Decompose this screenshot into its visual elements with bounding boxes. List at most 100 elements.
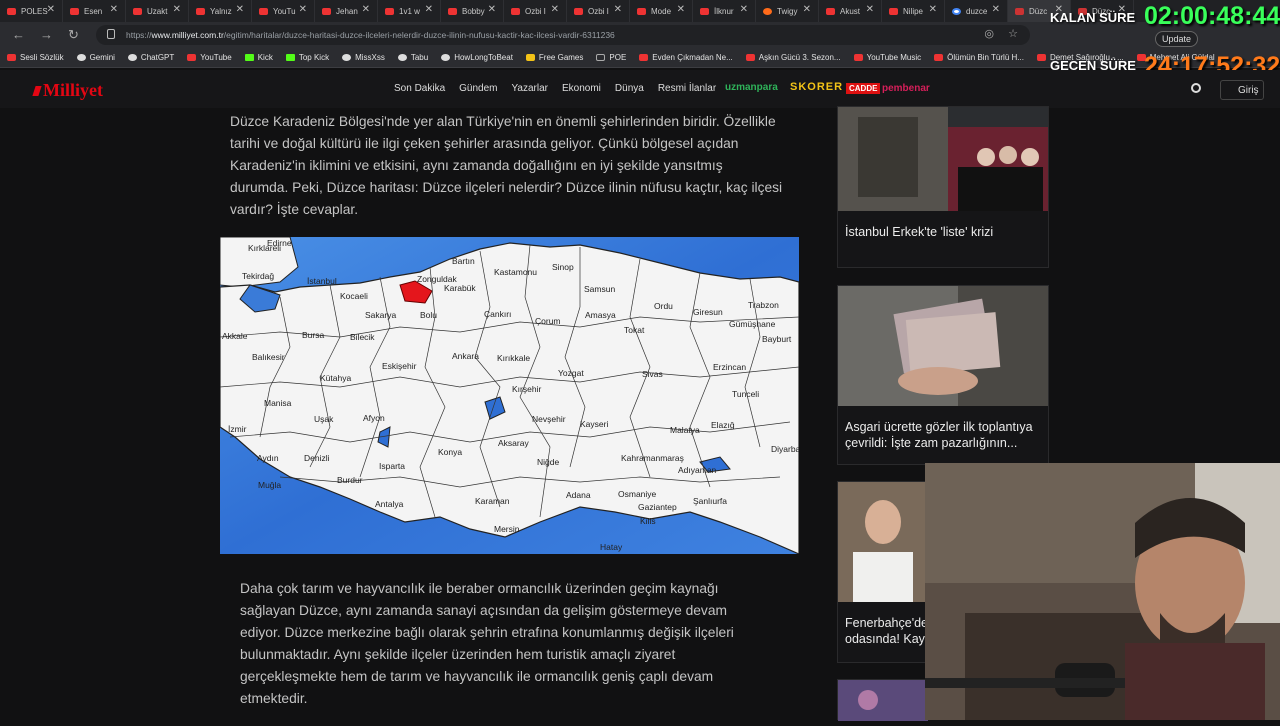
close-icon[interactable]: ✕: [299, 4, 307, 15]
nav-link[interactable]: Ekonomi: [562, 83, 601, 94]
partner-skorer[interactable]: SKORER: [790, 81, 843, 93]
map-label: İzmir: [228, 424, 247, 434]
bookmark-item[interactable]: YouTube: [187, 53, 232, 62]
close-icon[interactable]: ✕: [362, 4, 370, 15]
update-button[interactable]: Update: [1155, 31, 1199, 47]
bookmark-label: HowLongToBeat: [454, 53, 513, 62]
bookmark-item[interactable]: MissXss: [342, 53, 385, 62]
close-icon[interactable]: ✕: [551, 4, 559, 15]
map-label: Adana: [566, 490, 591, 500]
close-icon[interactable]: ✕: [236, 4, 244, 15]
bookmark-star-icon[interactable]: ☆: [1008, 27, 1018, 40]
url-prefix: https://: [126, 30, 152, 40]
tab-title: Uzakt: [147, 6, 168, 16]
browser-tab[interactable]: Mode ✕: [630, 0, 693, 22]
map-label: Balıkesir: [252, 352, 285, 362]
bookmark-item[interactable]: HowLongToBeat: [441, 53, 513, 62]
map-label: Isparta: [379, 461, 405, 471]
caption-line: İstanbul Erkek'te 'liste' krizi: [845, 225, 994, 239]
map-label: Trabzon: [748, 300, 779, 310]
browser-tab[interactable]: Nilipe ✕: [882, 0, 945, 22]
close-icon[interactable]: ✕: [866, 4, 874, 15]
paragraph-line: Karadeniz'in iklimini ve etkisini, aynı …: [230, 158, 723, 173]
map-label: Tokat: [624, 325, 645, 335]
partner-pembenar[interactable]: pembenar: [882, 83, 930, 94]
close-icon[interactable]: ✕: [677, 4, 685, 15]
partner-uzmanpara[interactable]: uzmanpara: [725, 82, 778, 93]
nav-link[interactable]: Yazarlar: [512, 83, 549, 94]
reload-icon[interactable]: ↻: [68, 27, 79, 43]
browser-tab[interactable]: Ozbi I ✕: [567, 0, 630, 22]
close-icon[interactable]: ✕: [929, 4, 937, 15]
site-settings-icon[interactable]: ◎: [984, 27, 994, 40]
close-icon[interactable]: ✕: [173, 4, 181, 15]
close-icon[interactable]: ✕: [614, 4, 622, 15]
news-card[interactable]: Asgari ücrette gözler ilk toplantıya çevr…: [837, 285, 1049, 465]
bookmark-item[interactable]: Evden Çıkmadan Ne...: [639, 53, 733, 62]
back-icon[interactable]: ←: [12, 27, 25, 42]
url-input[interactable]: https://www.milliyet.com.tr/egitim/harit…: [96, 25, 1030, 45]
youtube-icon: [7, 7, 16, 15]
map-label: Adıyaman: [678, 465, 717, 475]
bookmark-item[interactable]: Tabu: [397, 53, 428, 62]
news-image: [838, 680, 928, 721]
close-icon[interactable]: ✕: [47, 4, 55, 15]
map-label: Erzincan: [713, 362, 746, 372]
bookmark-item[interactable]: Sesli Sözlük: [7, 53, 64, 62]
login-button[interactable]: Giriş: [1220, 80, 1264, 100]
map-label: Sinop: [552, 262, 574, 272]
bookmark-item[interactable]: Kick: [244, 53, 273, 62]
youtube-icon: [196, 7, 205, 15]
tab-title: Nilipe: [903, 6, 924, 16]
browser-tab[interactable]: Uzakt ✕: [126, 0, 189, 22]
bookmark-label: ChatGPT: [140, 53, 175, 62]
browser-tab[interactable]: Ozbi I ✕: [504, 0, 567, 22]
partner-cadde[interactable]: CADDE: [846, 83, 881, 94]
map-label: Karaman: [475, 496, 510, 506]
nav-link[interactable]: Gündem: [459, 83, 497, 94]
tab-title: 1v1 w: [399, 6, 420, 16]
tab-title: Jehan: [336, 6, 358, 16]
map-label: Muğla: [258, 480, 281, 490]
news-card[interactable]: İstanbul Erkek'te 'liste' krizi: [837, 106, 1049, 268]
browser-tab[interactable]: Bobby ✕: [441, 0, 504, 22]
browser-tab[interactable]: Twigy ✕: [756, 0, 819, 22]
paragraph-line: etmektedir.: [240, 691, 308, 706]
search-icon[interactable]: [1191, 83, 1201, 93]
bookmark-item[interactable]: ChatGPT: [127, 53, 175, 62]
map-label: Çorum: [535, 316, 561, 326]
browser-tab[interactable]: Akust ✕: [819, 0, 882, 22]
browser-tab[interactable]: Jehan ✕: [315, 0, 378, 22]
close-icon[interactable]: ✕: [488, 4, 496, 15]
browser-tab[interactable]: Yalnız ✕: [189, 0, 252, 22]
bookmark-item[interactable]: Ölümün Bin Türlü H...: [934, 53, 1024, 62]
bookmark-item[interactable]: POE: [596, 53, 626, 62]
close-icon[interactable]: ✕: [110, 4, 118, 15]
browser-tab[interactable]: İlknur ✕: [693, 0, 756, 22]
nav-link[interactable]: Resmi İlanlar: [658, 83, 716, 94]
nav-link[interactable]: Son Dakika: [394, 83, 445, 94]
close-icon[interactable]: ✕: [425, 4, 433, 15]
bookmark-item[interactable]: Top Kick: [285, 53, 329, 62]
milliyet-icon: [1015, 7, 1024, 15]
bookmark-item[interactable]: YouTube Music: [853, 53, 921, 62]
close-icon[interactable]: ✕: [740, 4, 748, 15]
tag-icon: [525, 54, 535, 61]
forward-icon[interactable]: →: [40, 27, 53, 42]
browser-tab[interactable]: Esen ✕: [63, 0, 126, 22]
youtube-icon: [574, 7, 583, 15]
map-label: Şanlıurfa: [693, 496, 727, 506]
bookmark-item[interactable]: Aşkın Gücü 3. Sezon...: [745, 53, 841, 62]
bookmark-item[interactable]: Gemini: [76, 53, 115, 62]
nav-link[interactable]: Dünya: [615, 83, 644, 94]
browser-tab[interactable]: 1v1 w ✕: [378, 0, 441, 22]
youtube-icon: [133, 7, 142, 15]
close-icon[interactable]: ✕: [992, 4, 1000, 15]
browser-tab[interactable]: YouTu ✕: [252, 0, 315, 22]
cp-icon: [397, 54, 407, 61]
milliyet-logo[interactable]: Milliyet: [32, 80, 103, 101]
close-icon[interactable]: ✕: [803, 4, 811, 15]
bookmark-item[interactable]: Free Games: [525, 53, 583, 62]
browser-tab[interactable]: duzce ✕: [945, 0, 1008, 22]
browser-tab[interactable]: POLES ✕: [0, 0, 63, 22]
